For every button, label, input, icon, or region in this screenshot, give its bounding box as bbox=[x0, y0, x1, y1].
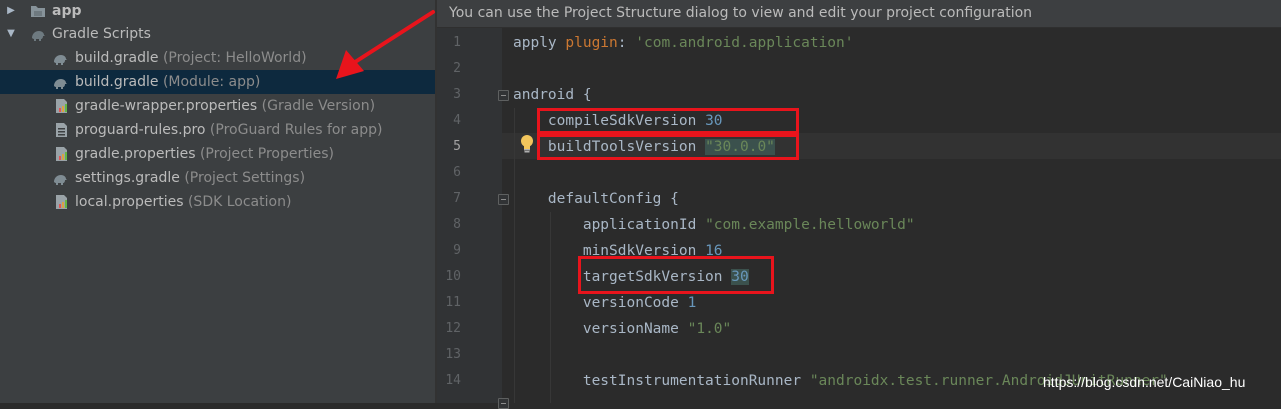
line-number: 7 bbox=[453, 191, 461, 206]
code-line[interactable]: apply plugin: 'com.android.application' bbox=[513, 30, 854, 56]
gradle-elephant-icon bbox=[32, 31, 45, 41]
fold-marker-icon[interactable] bbox=[498, 90, 509, 101]
code-token: versionName bbox=[513, 321, 688, 337]
annotation-box-target-sdk bbox=[578, 256, 774, 294]
expanded-arrow-icon[interactable]: ▼ bbox=[4, 22, 18, 46]
properties-file-icon bbox=[56, 99, 67, 113]
code-line[interactable]: applicationId "com.example.helloworld" bbox=[513, 212, 915, 238]
line-number: 14 bbox=[445, 373, 461, 388]
code-token: android { bbox=[513, 87, 592, 103]
tree-item-label: gradle-wrapper.properties bbox=[75, 98, 258, 114]
project-tree-panel: ▶ app ▼ Gradle Scripts build.gradle (Pro… bbox=[0, 0, 435, 403]
tree-item-build-gradle-project[interactable]: build.gradle (Project: HelloWorld) bbox=[0, 46, 435, 70]
fold-marker-icon[interactable] bbox=[498, 398, 509, 409]
tree-item-hint: (Project Settings) bbox=[184, 170, 306, 186]
code-token: versionCode bbox=[513, 295, 688, 311]
code-token: 1 bbox=[687, 295, 697, 311]
tree-item-proguard-rules[interactable]: proguard-rules.pro (ProGuard Rules for a… bbox=[0, 118, 435, 142]
line-number: 6 bbox=[453, 165, 461, 180]
line-number: 8 bbox=[453, 217, 461, 232]
line-number: 9 bbox=[453, 243, 461, 258]
tree-item-hint: (Gradle Version) bbox=[261, 98, 376, 114]
tree-item-app[interactable]: ▶ app bbox=[0, 0, 435, 23]
code-token: "com.example.helloworld" bbox=[705, 217, 915, 233]
properties-file-icon bbox=[56, 147, 67, 161]
lightbulb-icon[interactable] bbox=[520, 134, 534, 154]
annotation-box-build-tools bbox=[537, 134, 799, 160]
code-token: defaultConfig { bbox=[513, 191, 679, 207]
banner-text: You can use the Project Structure dialog… bbox=[449, 5, 1033, 21]
gradle-elephant-icon bbox=[54, 175, 67, 185]
tree-item-gradle-properties[interactable]: gradle.properties (Project Properties) bbox=[0, 142, 435, 166]
code-token: plugin bbox=[565, 35, 618, 51]
tree-item-label: gradle.properties bbox=[75, 146, 196, 162]
code-line[interactable]: android { bbox=[513, 82, 592, 108]
line-number: 11 bbox=[445, 295, 461, 310]
tree-item-label: build.gradle bbox=[75, 50, 159, 66]
tree-item-hint: (Module: app) bbox=[162, 74, 261, 90]
line-number: 5 bbox=[453, 139, 461, 154]
tree-item-hint: (Project: HelloWorld) bbox=[162, 50, 307, 66]
line-number: 1 bbox=[453, 35, 461, 50]
tree-item-hint: (ProGuard Rules for app) bbox=[209, 122, 383, 138]
code-token: : bbox=[617, 35, 636, 51]
text-file-icon bbox=[56, 123, 67, 137]
line-number: 3 bbox=[453, 87, 461, 102]
gradle-elephant-icon bbox=[54, 55, 67, 65]
code-line[interactable]: defaultConfig { bbox=[513, 186, 679, 212]
collapsed-arrow-icon[interactable]: ▶ bbox=[4, 0, 18, 23]
code-line[interactable]: versionName "1.0" bbox=[513, 316, 731, 342]
tree-item-label: settings.gradle bbox=[75, 170, 180, 186]
project-structure-banner[interactable]: You can use the Project Structure dialog… bbox=[437, 0, 1281, 28]
code-token: testInstrumentationRunner bbox=[513, 373, 810, 389]
code-token: 'com.android.application' bbox=[635, 35, 854, 51]
line-number: 4 bbox=[453, 113, 461, 128]
tree-item-label: Gradle Scripts bbox=[52, 26, 151, 42]
tree-item-gradle-scripts[interactable]: ▼ Gradle Scripts bbox=[0, 22, 435, 46]
fold-marker-icon[interactable] bbox=[498, 194, 509, 205]
watermark-text: https://blog.csdn.net/CaiNiao_hu bbox=[1043, 374, 1246, 390]
gradle-elephant-icon bbox=[54, 79, 67, 89]
line-number: 10 bbox=[445, 269, 461, 284]
tree-item-label: local.properties bbox=[75, 194, 184, 210]
tree-item-settings-gradle[interactable]: settings.gradle (Project Settings) bbox=[0, 166, 435, 190]
code-token: apply bbox=[513, 35, 566, 51]
tree-item-hint: (Project Properties) bbox=[199, 146, 334, 162]
tree-item-label: build.gradle bbox=[75, 74, 159, 90]
code-token: applicationId bbox=[513, 217, 706, 233]
tree-item-label: proguard-rules.pro bbox=[75, 122, 206, 138]
line-number: 12 bbox=[445, 321, 461, 336]
tree-item-label: app bbox=[52, 3, 82, 19]
code-token: "1.0" bbox=[687, 321, 732, 337]
annotation-box-compile-sdk bbox=[537, 108, 799, 134]
line-number: 13 bbox=[445, 347, 461, 362]
tree-item-build-gradle-module[interactable]: build.gradle (Module: app) bbox=[0, 70, 435, 94]
folder-icon bbox=[31, 6, 45, 17]
tree-item-local-properties[interactable]: local.properties (SDK Location) bbox=[0, 190, 435, 214]
line-number: 2 bbox=[453, 61, 461, 76]
properties-file-icon bbox=[56, 195, 67, 209]
tree-item-hint: (SDK Location) bbox=[187, 194, 292, 210]
tree-item-gradle-wrapper-properties[interactable]: gradle-wrapper.properties (Gradle Versio… bbox=[0, 94, 435, 118]
